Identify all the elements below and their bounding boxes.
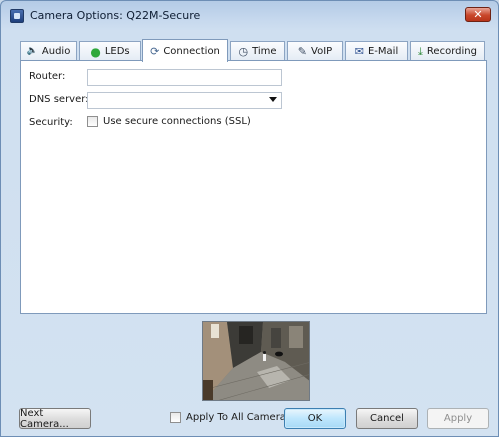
security-row: Security: (29, 117, 73, 128)
pen-icon: ✎ (297, 45, 308, 58)
tab-connection[interactable]: ⟳ Connection (142, 39, 228, 62)
router-label: Router: (29, 71, 66, 82)
green-led-icon: ● (90, 44, 101, 59)
apply-to-all-option[interactable]: Apply To All Cameras (170, 412, 291, 423)
next-camera-button[interactable]: Next Camera... (19, 408, 91, 430)
connection-panel: Router: DNS server: Security: Use secure… (20, 60, 487, 314)
tab-time[interactable]: ◷ Time (230, 41, 285, 61)
router-input[interactable] (87, 69, 282, 86)
dns-row: DNS server: (29, 94, 89, 105)
tab-label: E-Mail (367, 46, 399, 57)
dns-server-label: DNS server: (29, 94, 89, 105)
title-bar: Camera Options: Q22M-Secure ✕ (1, 1, 498, 31)
apply-button[interactable]: Apply (427, 408, 489, 429)
camera-preview-image (202, 321, 310, 401)
tab-label: LEDs (104, 46, 130, 57)
tab-recording[interactable]: ⤓ Recording (410, 41, 485, 61)
camera-options-dialog: Camera Options: Q22M-Secure ✕ 🔈 Audio ● … (0, 0, 499, 437)
tab-label: Audio (41, 46, 71, 57)
apply-to-all-label: Apply To All Cameras (186, 412, 292, 423)
tab-leds[interactable]: ● LEDs (79, 41, 141, 61)
ssl-label: Use secure connections (SSL) (103, 116, 251, 127)
tab-label: Connection (163, 45, 220, 57)
router-row: Router: (29, 71, 65, 82)
tab-voip[interactable]: ✎ VoIP (287, 41, 343, 61)
cancel-button[interactable]: Cancel (356, 408, 418, 429)
camera-app-icon (10, 9, 24, 23)
window-title: Camera Options: Q22M-Secure (30, 9, 201, 22)
ssl-option[interactable]: Use secure connections (SSL) (87, 116, 251, 127)
ssl-checkbox[interactable] (87, 116, 98, 127)
recording-icon: ⤓ (418, 45, 423, 58)
connection-icon: ⟳ (150, 44, 160, 58)
tab-label: Time (252, 46, 277, 57)
tab-bar: 🔈 Audio ● LEDs ⟳ Connection ◷ Time ✎ VoI… (20, 39, 485, 62)
tab-audio[interactable]: 🔈 Audio (20, 41, 77, 61)
apply-to-all-checkbox[interactable] (170, 412, 181, 423)
envelope-icon: ✉ (354, 45, 364, 58)
ok-button[interactable]: OK (284, 408, 346, 429)
tab-email[interactable]: ✉ E-Mail (345, 41, 408, 61)
dropdown-arrow-icon[interactable] (269, 97, 277, 102)
clock-icon: ◷ (238, 45, 249, 58)
dns-server-select[interactable] (87, 92, 282, 109)
tab-label: Recording (426, 46, 477, 57)
camera-preview-scene (203, 322, 309, 400)
speaker-icon: 🔈 (26, 46, 38, 56)
tab-label: VoIP (311, 46, 333, 57)
close-button[interactable]: ✕ (465, 7, 491, 22)
security-label: Security: (29, 117, 73, 128)
